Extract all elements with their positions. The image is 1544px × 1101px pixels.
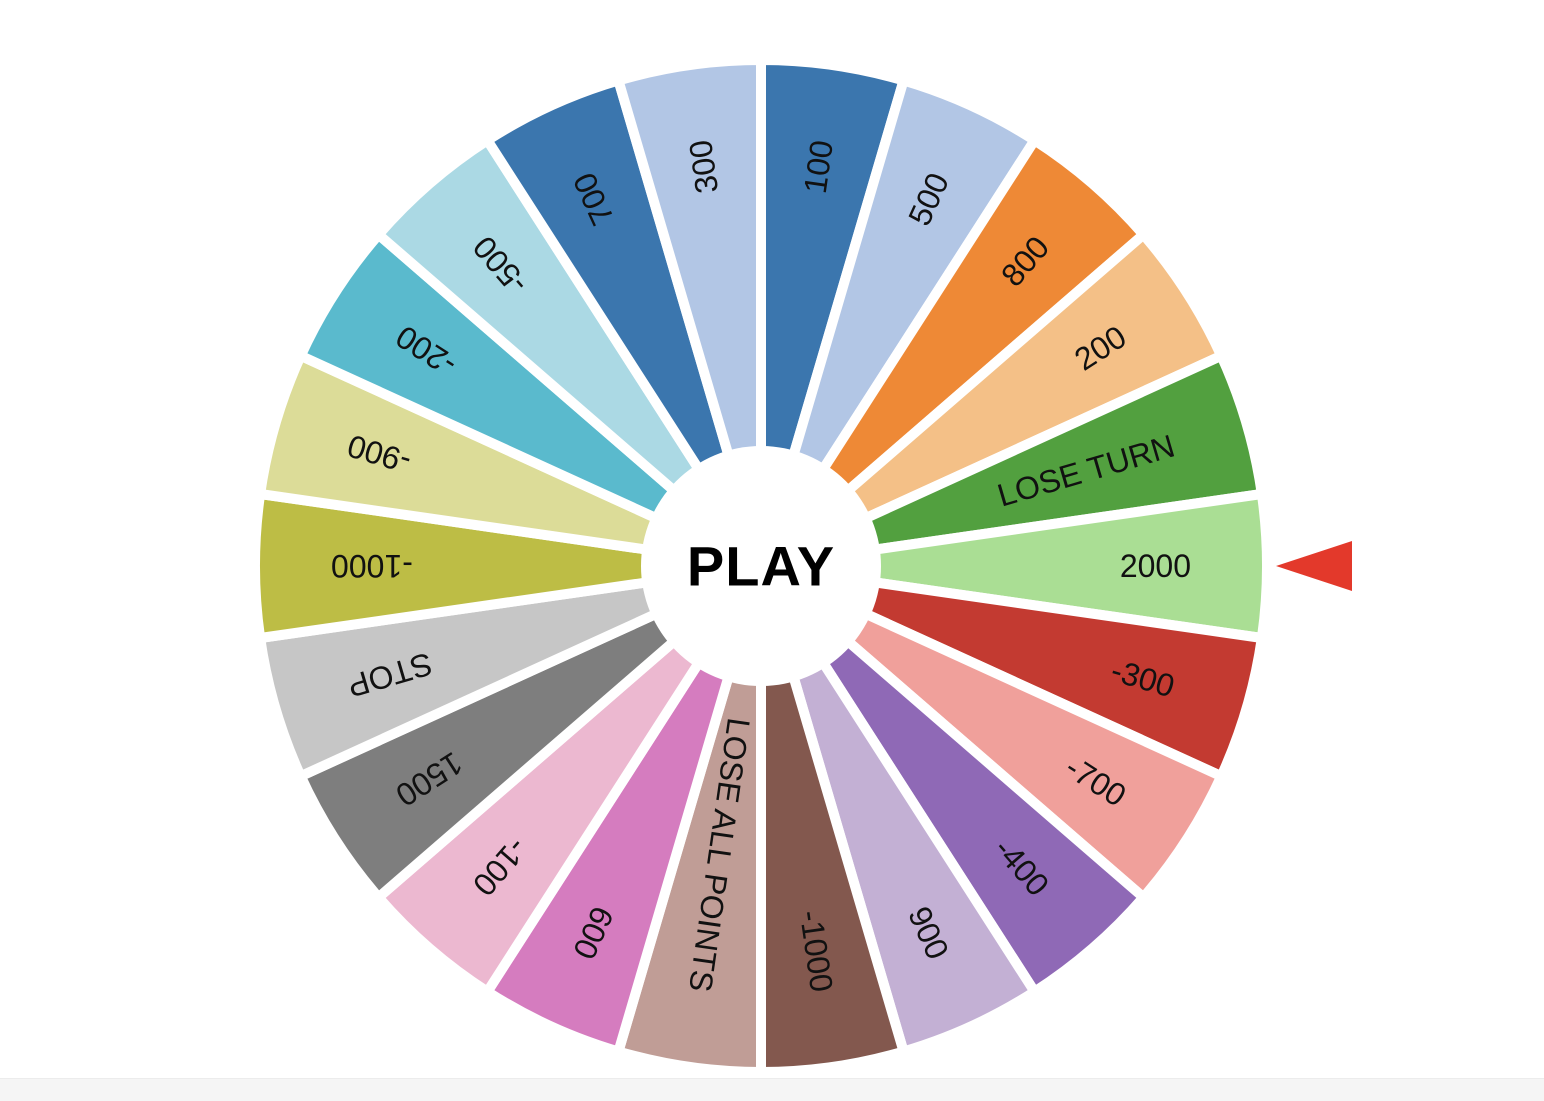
wheel-segment-label: 2000 <box>1120 548 1191 584</box>
wheel-segment-label: 300 <box>682 138 725 196</box>
wheel-segment-label: 100 <box>797 138 840 196</box>
wheel-pointer-icon <box>1276 541 1352 591</box>
wheel-segment-label: -1000 <box>331 548 413 584</box>
play-button[interactable]: PLAY <box>641 446 881 686</box>
prize-wheel[interactable]: 100500800200LOSE TURN2000-300-700-400900… <box>0 0 1544 1101</box>
play-button-label[interactable]: PLAY <box>687 535 835 598</box>
bottom-bar <box>0 1078 1544 1101</box>
game-stage: 100 500 800 200 LOSE TURN 2000 -300 -700 -400 900… <box>0 0 1544 1101</box>
